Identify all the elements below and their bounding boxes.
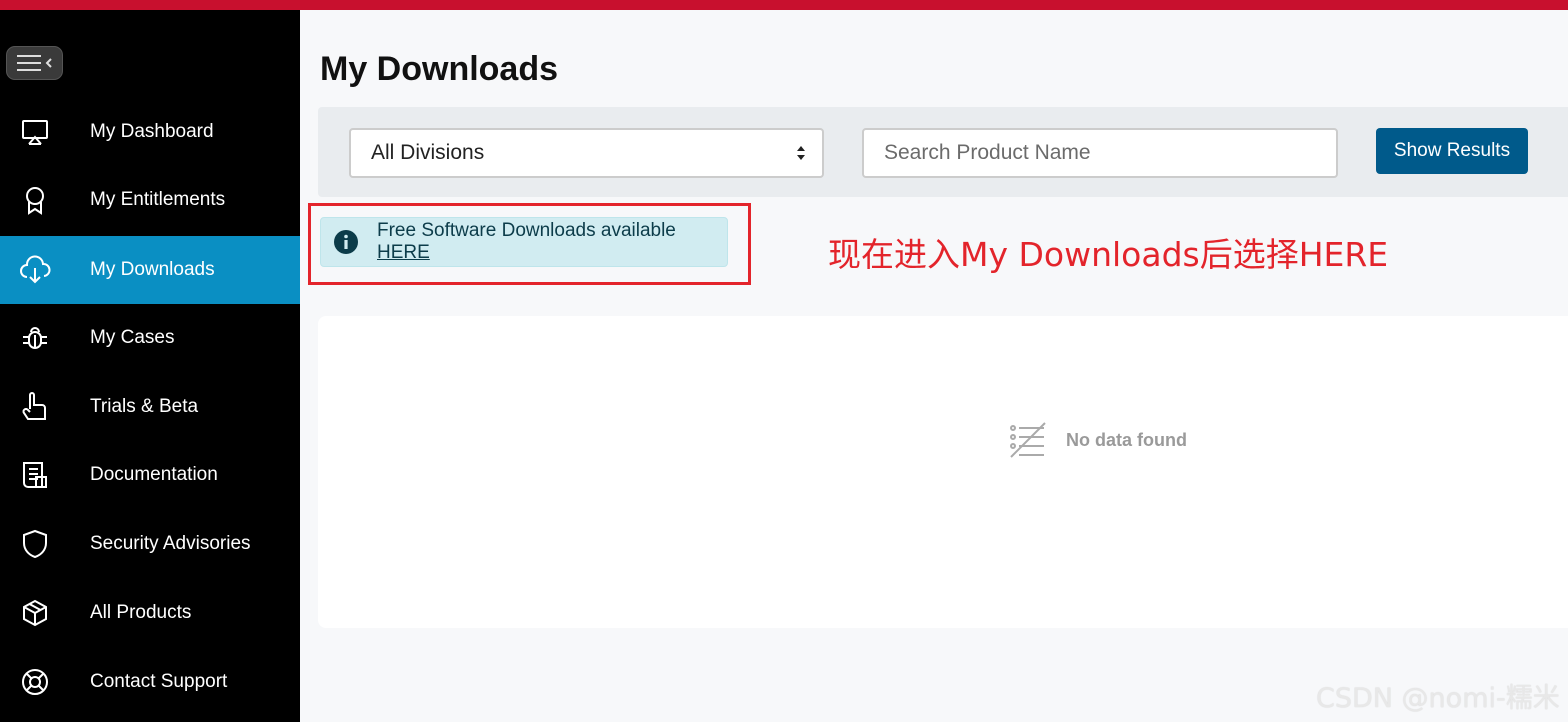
no-data-text: No data found — [1066, 429, 1187, 450]
page-title: My Downloads — [320, 50, 559, 88]
cube-icon — [18, 596, 52, 630]
division-select-value: All Divisions — [371, 141, 485, 164]
sidebar-item-all-products[interactable]: All Products — [0, 579, 300, 647]
pointer-hand-icon — [18, 390, 52, 424]
shield-icon — [18, 527, 52, 561]
sidebar-item-my-dashboard[interactable]: My Dashboard — [0, 98, 300, 166]
award-icon — [18, 183, 52, 217]
show-results-button[interactable]: Show Results — [1376, 128, 1528, 174]
sidebar-item-label: Contact Support — [90, 671, 228, 692]
free-downloads-alert: Free Software Downloads available HERE — [320, 217, 728, 267]
results-panel: No data found — [318, 316, 1568, 628]
division-select[interactable]: All Divisions — [349, 128, 824, 178]
sidebar-item-trials-beta[interactable]: Trials & Beta — [0, 373, 300, 441]
alert-message: Free Software Downloads available — [377, 220, 676, 241]
sidebar-item-my-downloads[interactable]: My Downloads — [0, 236, 300, 304]
sidebar-item-label: My Dashboard — [90, 121, 214, 142]
document-icon — [18, 458, 52, 492]
sidebar-item-contact-support[interactable]: Contact Support — [0, 648, 300, 716]
menu-collapse-icon — [16, 55, 52, 71]
alert-text: Free Software Downloads available HERE — [377, 220, 727, 264]
sidebar-item-label: My Cases — [90, 327, 175, 348]
empty-state: No data found — [1008, 420, 1187, 460]
lifebuoy-icon — [18, 665, 52, 699]
sidebar-toggle-button[interactable] — [6, 46, 63, 80]
annotation-text: 现在进入My Downloads后选择HERE — [828, 235, 1389, 274]
top-accent-bar — [0, 0, 1568, 10]
sort-arrows-icon — [797, 146, 805, 160]
sidebar-item-label: Trials & Beta — [90, 396, 199, 417]
filter-bar: All Divisions Show Results — [318, 107, 1568, 197]
no-data-icon — [1010, 422, 1046, 458]
bug-icon — [18, 321, 52, 355]
monitor-icon — [18, 115, 52, 149]
here-link[interactable]: HERE — [377, 242, 430, 263]
watermark: CSDN @nomi-糯米 — [1316, 683, 1560, 714]
cloud-download-icon — [18, 253, 52, 287]
sidebar-item-label: Documentation — [90, 464, 218, 485]
main-content: My Downloads All Divisions Show Results … — [300, 10, 1568, 722]
sidebar-item-label: All Products — [90, 602, 192, 623]
product-search-input[interactable] — [862, 128, 1338, 178]
sidebar-item-label: Security Advisories — [90, 533, 251, 554]
sidebar: My Dashboard My Entitlements My Download… — [0, 10, 300, 722]
sidebar-item-documentation[interactable]: Documentation — [0, 441, 300, 509]
sidebar-item-label: My Downloads — [90, 259, 215, 280]
info-icon — [334, 230, 358, 254]
sidebar-item-label: My Entitlements — [90, 189, 226, 210]
sidebar-item-security-advisories[interactable]: Security Advisories — [0, 510, 300, 578]
sidebar-item-my-entitlements[interactable]: My Entitlements — [0, 166, 300, 234]
sidebar-item-my-cases[interactable]: My Cases — [0, 304, 300, 372]
